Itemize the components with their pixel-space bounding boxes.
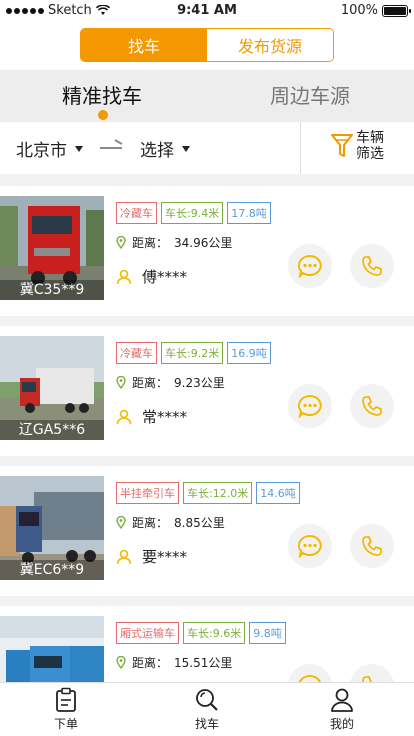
nav-profile[interactable]: 我的 (302, 687, 382, 732)
status-bar: Sketch 9:41 AM 100% (0, 0, 414, 22)
location-pin-icon (116, 376, 126, 389)
driver-row: 要**** (116, 546, 187, 567)
arrow-right-icon (100, 147, 122, 149)
battery-group: 100% (340, 3, 411, 18)
origin-select[interactable]: 北京市 (16, 136, 83, 161)
segment-publish-cargo[interactable]: 发布货源 (207, 29, 333, 61)
segment-find-truck[interactable]: 找车 (81, 29, 207, 61)
tab-precise-search[interactable]: 精准找车 (62, 80, 142, 109)
driver-row: 常**** (116, 406, 187, 427)
origin-label: 北京市 (16, 141, 67, 161)
distance-row: 距离： 9.23公里 (116, 374, 225, 391)
vehicle-card[interactable]: 辽GA5**6 冷藏车 车长:9.2米 16.9吨 距离： 9.23公里 常**… (0, 326, 414, 456)
distance-value: 34.96公里 (174, 236, 233, 250)
vehicle-filter-button[interactable]: 车辆 筛选 (330, 130, 386, 162)
vehicle-card[interactable]: 冀C35**9 冷藏车 车长:9.4米 17.8吨 距离： 34.96公里 傅*… (0, 186, 414, 316)
distance-label: 距离： (132, 236, 169, 250)
user-icon (331, 688, 353, 712)
destination-label: 选择 (140, 141, 174, 161)
weight-tag: 14.6吨 (256, 482, 300, 504)
user-icon (116, 409, 132, 424)
caret-down-icon (75, 145, 83, 152)
call-button[interactable] (350, 384, 394, 428)
plate-number: 辽GA5**6 (0, 420, 104, 440)
chat-button[interactable] (288, 384, 332, 428)
chat-icon (298, 394, 322, 418)
tab-indicator (98, 110, 108, 120)
route-filter-bar: 北京市 选择 车辆 筛选 (0, 122, 414, 174)
truck-photo: 冀C35**9 (0, 196, 104, 300)
destination-select[interactable]: 选择 (140, 136, 190, 161)
type-tag: 半挂牵引车 (116, 482, 179, 504)
vehicle-tags: 半挂牵引车 车长:12.0米 14.6吨 (116, 482, 300, 504)
length-tag: 车长:9.6米 (183, 622, 246, 644)
distance-label: 距离： (132, 376, 169, 390)
type-tag: 冷藏车 (116, 342, 157, 364)
distance-row: 距离： 8.85公里 (116, 514, 225, 531)
funnel-icon (331, 134, 353, 157)
call-button[interactable] (350, 524, 394, 568)
top-segment-bar: 找车 发布货源 (0, 22, 414, 70)
distance-row: 距离： 15.51公里 (116, 654, 232, 671)
truck-photo: 辽GA5**6 (0, 336, 104, 440)
driver-name: 常**** (142, 408, 188, 426)
tab-nearby[interactable]: 周边车源 (270, 80, 350, 109)
length-tag: 车长:9.2米 (161, 342, 224, 364)
driver-name: 要**** (142, 548, 188, 566)
segmented-control: 找车 发布货源 (80, 28, 334, 62)
vehicle-card[interactable]: 冀EC6**9 半挂牵引车 车长:12.0米 14.6吨 距离： 8.85公里 … (0, 466, 414, 596)
driver-name: 傅**** (142, 268, 188, 286)
chat-icon (298, 534, 322, 558)
phone-icon (362, 536, 382, 556)
caret-down-icon (182, 145, 190, 152)
chat-icon (298, 254, 322, 278)
nav-order-label: 下单 (53, 717, 78, 731)
weight-tag: 17.8吨 (227, 202, 271, 224)
filter-label-line2: 筛选 (356, 146, 384, 162)
type-tag: 冷藏车 (116, 202, 157, 224)
distance-value: 15.51公里 (174, 656, 233, 670)
search-icon (196, 689, 218, 711)
battery-percent: 100% (340, 3, 378, 18)
type-tag: 厢式运输车 (116, 622, 179, 644)
divider (300, 122, 301, 174)
clipboard-icon (56, 687, 76, 712)
weight-tag: 16.9吨 (227, 342, 271, 364)
distance-label: 距离： (132, 516, 169, 530)
chat-button[interactable] (288, 244, 332, 288)
weight-tag: 9.8吨 (249, 622, 286, 644)
nav-order[interactable]: 下单 (26, 687, 106, 732)
vehicle-tags: 冷藏车 车长:9.2米 16.9吨 (116, 342, 271, 364)
filter-label-line1: 车辆 (356, 130, 384, 146)
tab-bar: 精准找车 周边车源 (0, 70, 414, 122)
phone-icon (362, 396, 382, 416)
call-button[interactable] (350, 244, 394, 288)
vehicle-tags: 冷藏车 车长:9.4米 17.8吨 (116, 202, 271, 224)
bottom-nav: 下单 找车 我的 (0, 682, 414, 736)
phone-icon (362, 256, 382, 276)
user-icon (116, 549, 132, 564)
nav-profile-label: 我的 (329, 717, 354, 731)
location-pin-icon (116, 236, 126, 249)
vehicle-tags: 厢式运输车 车长:9.6米 9.8吨 (116, 622, 286, 644)
location-pin-icon (116, 516, 126, 529)
location-pin-icon (116, 656, 126, 669)
truck-photo: 冀EC6**9 (0, 476, 104, 580)
vehicle-filter-label: 车辆 筛选 (356, 130, 386, 162)
user-icon (116, 269, 132, 284)
driver-row: 傅**** (116, 266, 187, 287)
distance-label: 距离： (132, 656, 169, 670)
distance-row: 距离： 34.96公里 (116, 234, 232, 251)
nav-find-truck-label: 找车 (194, 717, 219, 731)
distance-value: 8.85公里 (174, 516, 225, 530)
chat-button[interactable] (288, 524, 332, 568)
length-tag: 车长:12.0米 (183, 482, 253, 504)
distance-value: 9.23公里 (174, 376, 225, 390)
battery-icon (382, 4, 411, 17)
length-tag: 车长:9.4米 (161, 202, 224, 224)
plate-number: 冀C35**9 (0, 280, 104, 300)
nav-find-truck[interactable]: 找车 (167, 687, 247, 732)
plate-number: 冀EC6**9 (0, 560, 104, 580)
